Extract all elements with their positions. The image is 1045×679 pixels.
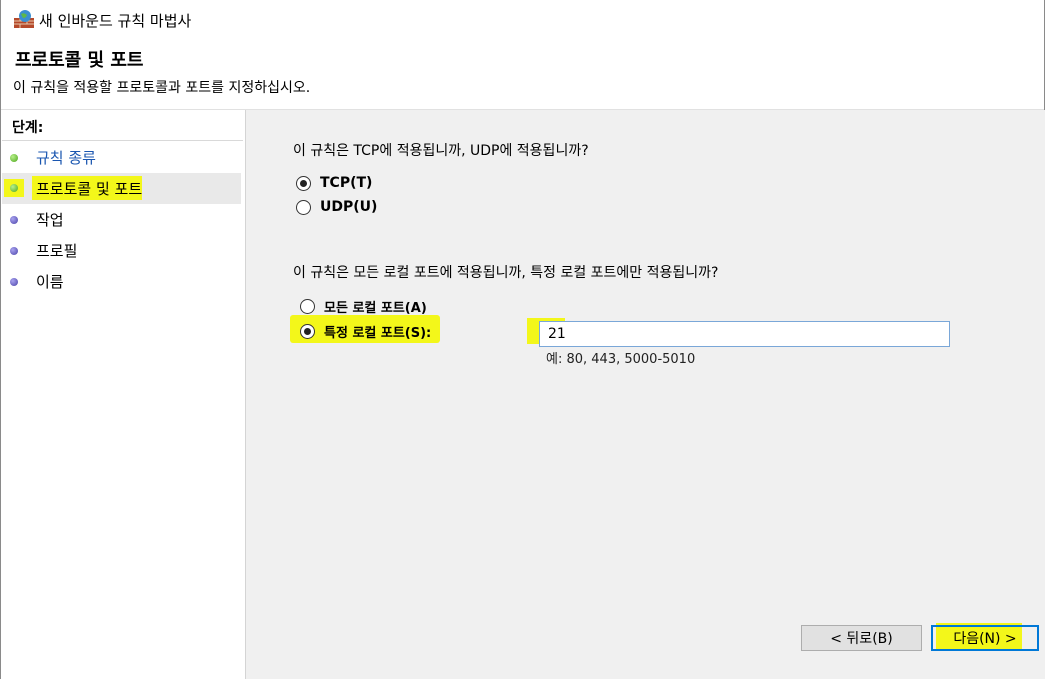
page-title: 프로토콜 및 포트 (15, 50, 144, 71)
port-example-hint: 예: 80, 443, 5000-5010 (546, 352, 696, 367)
step-profile[interactable]: 프로필 (2, 235, 241, 266)
wizard-window: 새 인바운드 규칙 마법사 프로토콜 및 포트 이 규칙을 적용할 프로토콜과 … (0, 0, 1045, 679)
udp-label[interactable]: UDP(U) (320, 199, 377, 215)
content-pane: 이 규칙은 TCP에 적용됩니까, UDP에 적용됩니까? TCP(T) UDP… (245, 110, 1045, 679)
step-label[interactable]: 작업 (36, 209, 64, 230)
all-ports-radio[interactable]: 모든 로컬 포트(A) (300, 297, 427, 316)
port-input[interactable] (539, 321, 950, 347)
page-description: 이 규칙을 적용할 프로토콜과 포트를 지정하십시오. (13, 80, 311, 96)
green-dot-icon (10, 154, 18, 162)
green-dot-icon (10, 184, 18, 192)
steps-pane: 단계: 규칙 종류 프로토콜 및 포트 작업 프로필 이름 (2, 110, 243, 679)
window-title: 새 인바운드 규칙 마법사 (39, 12, 192, 30)
page-header: 프로토콜 및 포트 이 규칙을 적용할 프로토콜과 포트를 지정하십시오. (1, 38, 1044, 110)
step-label[interactable]: 이름 (36, 271, 64, 292)
steps-divider (2, 140, 243, 141)
ports-question: 이 규칙은 모든 로컬 포트에 적용됩니까, 특정 로컬 포트에만 적용됩니까? (293, 265, 719, 281)
radio-unselected-icon[interactable] (300, 299, 315, 314)
udp-radio[interactable]: UDP(U) (296, 199, 377, 215)
next-button[interactable]: 다음(N) > (931, 625, 1039, 651)
all-ports-label[interactable]: 모든 로컬 포트(A) (324, 297, 427, 316)
protocol-question: 이 규칙은 TCP에 적용됩니까, UDP에 적용됩니까? (293, 143, 589, 159)
back-button[interactable]: < 뒤로(B) (801, 625, 922, 651)
tcp-radio[interactable]: TCP(T) (296, 175, 372, 191)
purple-dot-icon (10, 216, 18, 224)
step-rule-type[interactable]: 규칙 종류 (2, 142, 241, 173)
step-action[interactable]: 작업 (2, 204, 241, 235)
step-label[interactable]: 프로필 (36, 240, 77, 261)
step-name[interactable]: 이름 (2, 266, 241, 297)
step-protocol-and-ports[interactable]: 프로토콜 및 포트 (2, 173, 241, 204)
firewall-app-icon (14, 10, 34, 28)
specific-ports-radio[interactable]: 특정 로컬 포트(S): (300, 322, 431, 341)
title-bar: 새 인바운드 규칙 마법사 (1, 0, 1044, 38)
step-label[interactable]: 규칙 종류 (36, 147, 96, 168)
radio-selected-icon[interactable] (300, 324, 315, 339)
tcp-label[interactable]: TCP(T) (320, 175, 372, 191)
purple-dot-icon (10, 278, 18, 286)
radio-unselected-icon[interactable] (296, 199, 311, 215)
specific-ports-label[interactable]: 특정 로컬 포트(S): (324, 322, 431, 341)
steps-heading: 단계: (12, 120, 44, 136)
purple-dot-icon (10, 247, 18, 255)
radio-selected-icon[interactable] (296, 175, 311, 191)
step-label[interactable]: 프로토콜 및 포트 (36, 178, 142, 199)
